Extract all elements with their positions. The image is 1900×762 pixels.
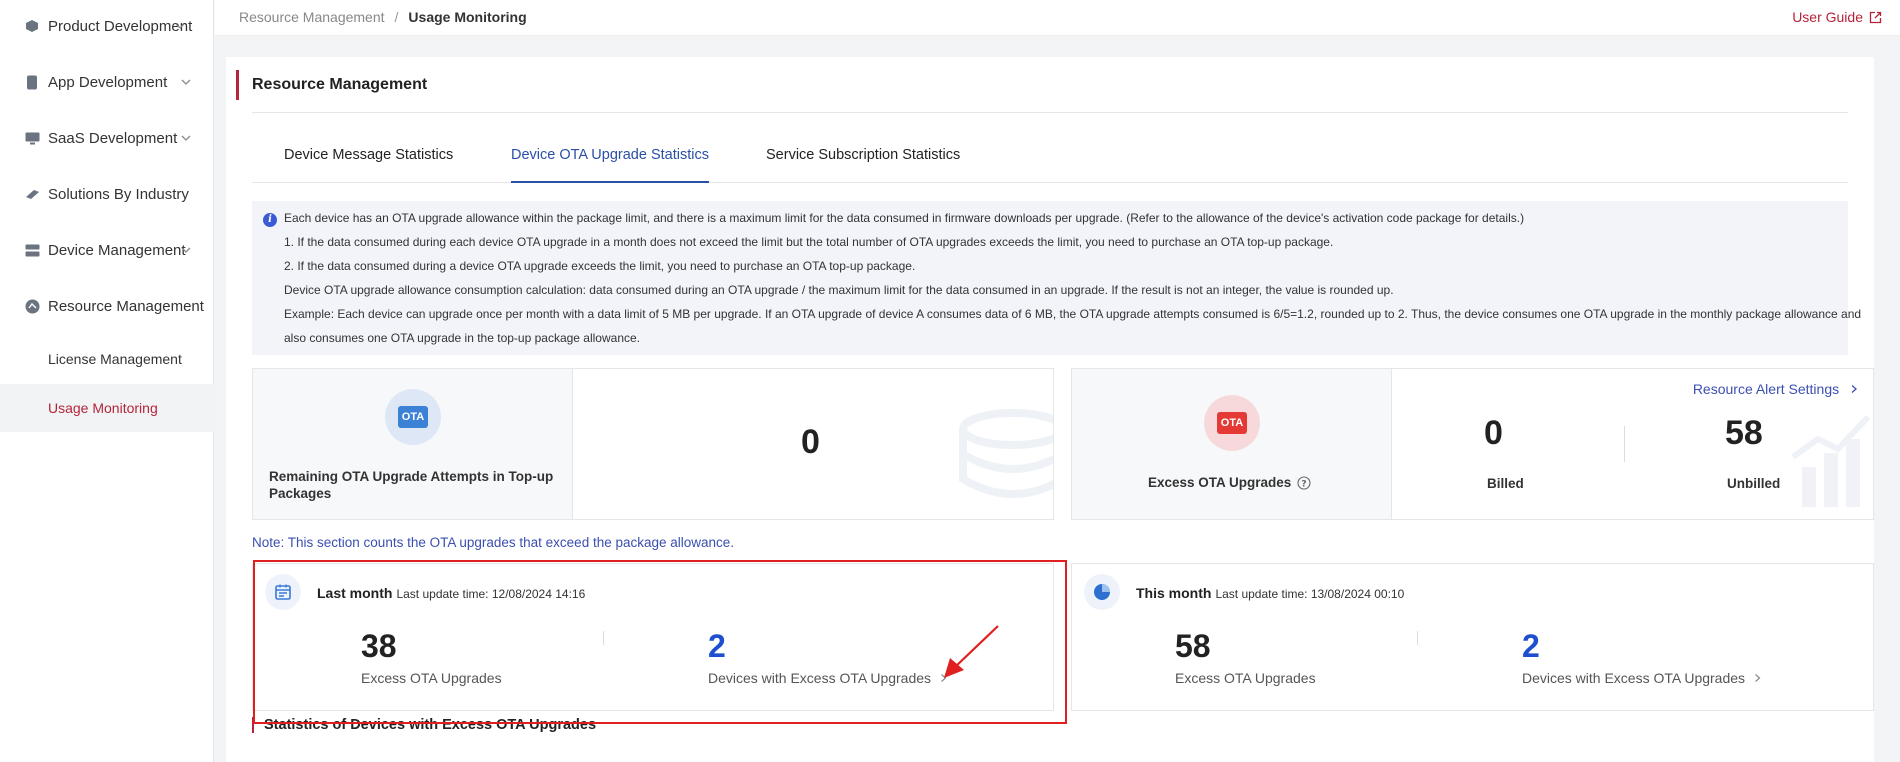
unbilled-label: Unbilled <box>1727 476 1781 491</box>
chevron-down-icon <box>175 23 185 29</box>
info-notice: i Each device has an OTA upgrade allowan… <box>252 201 1861 355</box>
chevron-down-icon <box>181 247 191 253</box>
chevron-down-icon <box>181 79 191 85</box>
divider <box>252 112 1848 113</box>
excess-ota-summary: OTA Excess OTA Upgrades ? <box>1072 369 1392 519</box>
this-month-card: This month Last update time: 13/08/2024 0… <box>1071 563 1874 711</box>
sidebar-item-resource-management[interactable]: Resource Management <box>0 286 214 326</box>
tab-bar: Device Message Statistics Device OTA Upg… <box>252 137 1848 183</box>
resource-alert-settings-link[interactable]: Resource Alert Settings <box>1693 381 1859 397</box>
remaining-ota-card: OTA Remaining OTA Upgrade Attempts in To… <box>252 368 1054 520</box>
sidebar-item-solutions-by-industry[interactable]: Solutions By Industry <box>0 174 214 214</box>
excess-ota-card: OTA Excess OTA Upgrades ? Resource Alert… <box>1071 368 1874 520</box>
ota-badge-icon: OTA <box>385 389 441 445</box>
breadcrumb-separator: / <box>394 9 399 25</box>
notice-line: Device OTA upgrade allowance consumption… <box>284 283 1394 297</box>
notice-line: 2. If the data consumed during a device … <box>284 259 916 273</box>
gauge-icon <box>24 298 40 314</box>
remaining-ota-value: 0 <box>801 423 820 461</box>
svg-text:?: ? <box>1302 479 1307 489</box>
breadcrumb-item[interactable]: Resource Management <box>239 9 385 25</box>
sidebar-item-label: Usage Monitoring <box>48 400 158 416</box>
phone-icon <box>24 74 40 90</box>
this-month-devices-link[interactable]: Devices with Excess OTA Upgrades <box>1522 670 1762 686</box>
database-watermark-icon <box>959 409 1053 498</box>
user-guide-link[interactable]: User Guide <box>1792 9 1882 25</box>
sidebar-item-product-development[interactable]: Product Development <box>0 6 214 46</box>
info-icon: i <box>263 213 277 227</box>
sidebar-item-label: SaaS Development <box>48 129 178 147</box>
chevron-right-icon <box>1755 674 1761 682</box>
layers-icon <box>24 186 40 202</box>
sidebar-item-label: Solutions By Industry <box>48 185 189 203</box>
tab-device-ota-upgrade-statistics[interactable]: Device OTA Upgrade Statistics <box>511 137 709 183</box>
this-month-devices-value[interactable]: 2 <box>1522 628 1540 665</box>
pie-chart-icon <box>1084 574 1120 610</box>
sidebar-item-label: Device Management <box>48 241 186 259</box>
chevron-down-icon <box>181 135 191 141</box>
server-icon <box>24 242 40 258</box>
tab-service-subscription-statistics[interactable]: Service Subscription Statistics <box>766 137 960 183</box>
user-guide-label: User Guide <box>1792 9 1863 25</box>
monitor-icon <box>24 130 40 146</box>
cube-icon <box>24 18 40 34</box>
sidebar-item-label: Product Development <box>48 17 193 35</box>
this-month-excess-label: Excess OTA Upgrades <box>1175 670 1316 686</box>
sidebar-item-label: Resource Management <box>48 297 204 315</box>
ota-badge-icon: OTA <box>1204 395 1260 451</box>
this-month-excess-value: 58 <box>1175 628 1211 664</box>
sidebar-item-label: App Development <box>48 73 168 91</box>
this-month-update-time: Last update time: 13/08/2024 00:10 <box>1215 587 1405 601</box>
sidebar-item-label: License Management <box>48 351 182 367</box>
sidebar-item-app-development[interactable]: App Development <box>0 62 214 102</box>
top-bar: Resource Management / Usage Monitoring Use… <box>215 0 1900 36</box>
excess-ota-label: Excess OTA Upgrades ? <box>1148 475 1311 490</box>
billed-label: Billed <box>1487 476 1524 491</box>
sidebar: Product Development App Development SaaS… <box>0 0 214 762</box>
chart-watermark-icon <box>1791 414 1871 507</box>
notice-line: Example: Each device can upgrade once pe… <box>284 307 1862 321</box>
unbilled-value: 58 <box>1725 414 1763 452</box>
sidebar-item-usage-monitoring[interactable]: Usage Monitoring <box>0 384 214 432</box>
breadcrumb-current: Usage Monitoring <box>408 9 527 25</box>
sidebar-item-saas-development[interactable]: SaaS Development <box>0 118 214 158</box>
divider <box>1624 426 1625 462</box>
this-month-title: This month Last update time: 13/08/2024 0… <box>1136 585 1405 601</box>
arrow-annotation-icon <box>944 625 999 678</box>
external-link-icon <box>1869 11 1882 23</box>
notice-line: 1. If the data consumed during each devi… <box>284 235 1334 249</box>
sidebar-item-license-management[interactable]: License Management <box>0 339 214 379</box>
remaining-ota-label: Remaining OTA Upgrade Attempts in Top-up… <box>269 469 554 501</box>
page-title: Resource Management <box>236 70 427 100</box>
billed-value: 0 <box>1484 414 1503 452</box>
divider <box>1417 631 1418 645</box>
sidebar-item-device-management[interactable]: Device Management <box>0 230 214 270</box>
note-text: Note: This section counts the OTA upgrad… <box>252 535 735 550</box>
chevron-right-icon <box>1851 385 1857 393</box>
notice-line: Each device has an OTA upgrade allowance… <box>284 211 1525 225</box>
notice-line: also consumes one OTA upgrade in the top… <box>284 331 641 345</box>
remaining-ota-summary: OTA Remaining OTA Upgrade Attempts in To… <box>253 369 573 519</box>
tab-device-message-statistics[interactable]: Device Message Statistics <box>284 137 453 183</box>
help-icon[interactable]: ? <box>1297 475 1311 490</box>
breadcrumb: Resource Management / Usage Monitoring <box>239 9 527 25</box>
